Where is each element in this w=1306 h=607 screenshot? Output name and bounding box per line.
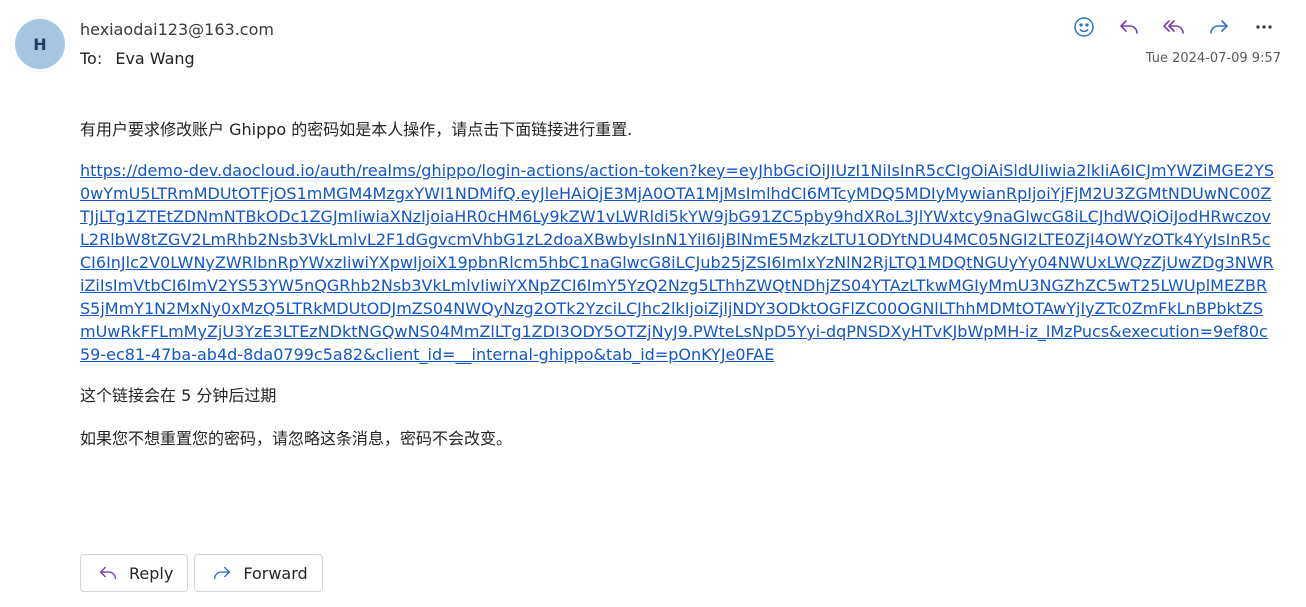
reply-button[interactable] (1106, 10, 1151, 44)
message-body: 有用户要求修改账户 Ghippo 的密码如是本人操作，请点击下面链接进行重置. … (80, 118, 1280, 450)
intro-text: 有用户要求修改账户 Ghippo 的密码如是本人操作，请点击下面链接进行重置. (80, 120, 633, 139)
forward-button[interactable] (1196, 10, 1241, 44)
reply-label: Reply (129, 563, 174, 583)
to-label: To: (80, 49, 103, 68)
reply-bar: Reply Forward (80, 554, 323, 592)
message-actions (1061, 10, 1286, 44)
reply-icon (99, 566, 117, 580)
forward-icon (214, 566, 231, 580)
more-icon (1255, 25, 1272, 29)
sender-address[interactable]: hexiaodai123@163.com (80, 20, 274, 39)
reply-all-icon (1162, 20, 1184, 34)
reply-icon (1119, 20, 1138, 34)
forward-label: Forward (243, 563, 308, 583)
message-timestamp: Tue 2024-07-09 9:57 (1145, 51, 1281, 66)
footer-reply-button[interactable]: Reply (80, 554, 189, 592)
avatar: H (15, 19, 65, 69)
reset-password-link[interactable]: https://demo-dev.daocloud.io/auth/realms… (80, 159, 1275, 366)
footer-forward-button[interactable]: Forward (194, 554, 323, 592)
expire-note: 这个链接会在 5 分钟后过期 (80, 386, 277, 405)
smiley-icon (1073, 17, 1094, 37)
forward-icon (1209, 20, 1228, 34)
emoji-reaction-button[interactable] (1061, 10, 1106, 44)
recipient-name[interactable]: Eva Wang (115, 49, 194, 68)
more-actions-button[interactable] (1241, 10, 1286, 44)
reply-all-button[interactable] (1151, 10, 1196, 44)
ignore-note: 如果您不想重置您的密码，请忽略这条消息，密码不会改变。 (80, 429, 513, 448)
recipient-line: To: Eva Wang (80, 49, 195, 68)
